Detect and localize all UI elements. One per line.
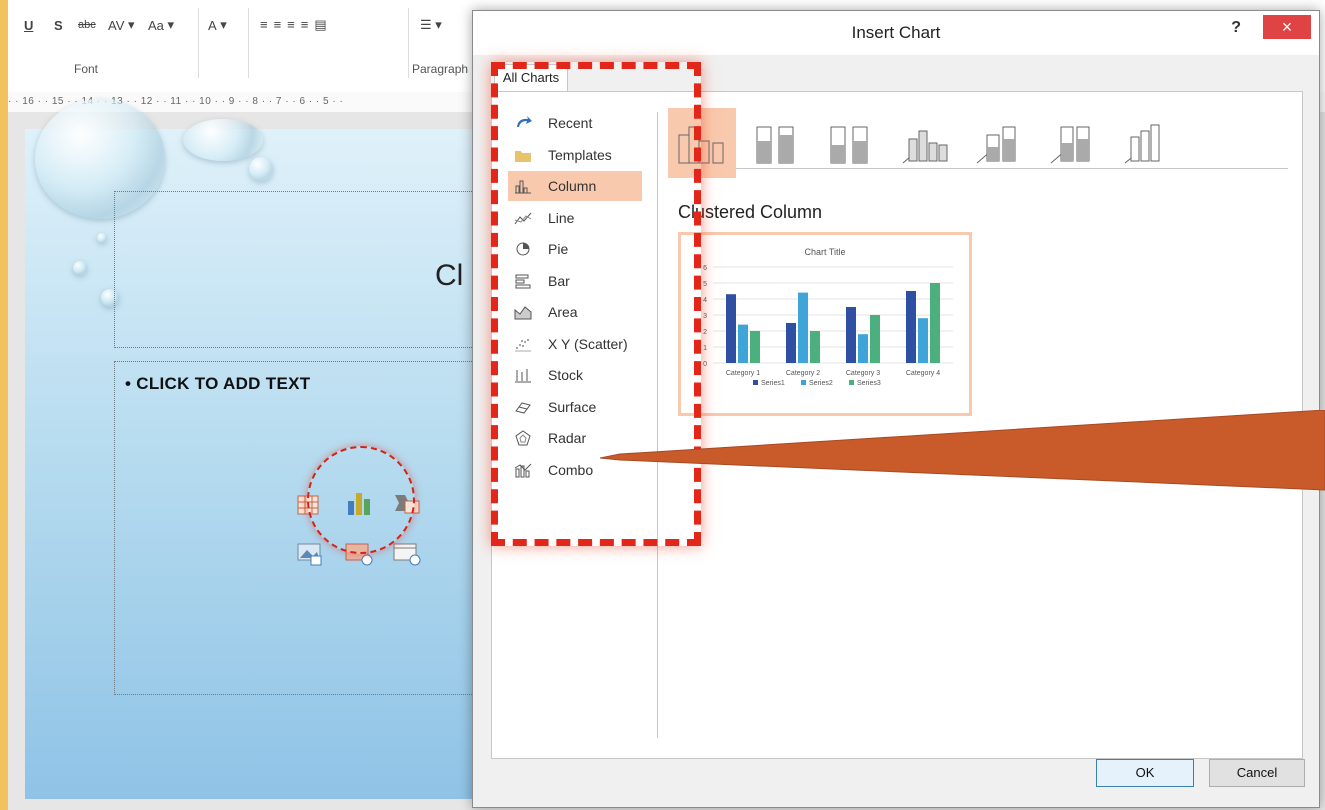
- character-spacing-button[interactable]: AV ▾: [108, 16, 135, 34]
- change-case-button[interactable]: Aa ▾: [148, 16, 174, 34]
- chart-subtype-row: [668, 108, 1288, 178]
- x-tick-label: Category 1: [726, 370, 760, 377]
- callout-arrow-annotation: [600, 410, 1325, 491]
- 3d-stacked-column-icon[interactable]: [964, 108, 1032, 178]
- water-drop-decoration: [183, 119, 263, 161]
- 100-stacked-column-icon[interactable]: [816, 108, 884, 178]
- bar-series1-category-3: [846, 307, 856, 363]
- ok-button[interactable]: OK: [1096, 759, 1194, 787]
- bar-series2-category-4: [918, 318, 928, 363]
- bar-series3-category-4: [930, 283, 940, 363]
- bar-series1-category-2: [786, 323, 796, 363]
- bar-series2-category-1: [738, 324, 748, 363]
- bar-series3-category-3: [870, 315, 880, 363]
- y-tick-label: 6: [703, 265, 707, 272]
- font-color-button[interactable]: A ▾: [208, 16, 227, 34]
- 3d-clustered-column-icon[interactable]: [890, 108, 958, 178]
- title-placeholder[interactable]: [114, 191, 476, 348]
- legend-swatch: [849, 380, 854, 385]
- slide[interactable]: Cl • CLICK TO ADD TEXT: [25, 99, 485, 799]
- ribbon-divider: [198, 8, 199, 78]
- legend-entry: Series1: [761, 380, 785, 387]
- x-tick-label: Category 2: [786, 370, 820, 377]
- help-button[interactable]: ?: [1231, 19, 1241, 37]
- columns-button[interactable]: ☰ ▾: [420, 16, 442, 34]
- legend-swatch: [801, 380, 806, 385]
- y-tick-label: 3: [703, 313, 707, 320]
- y-tick-label: 5: [703, 281, 707, 288]
- underline-button[interactable]: U: [24, 16, 33, 34]
- dialog-titlebar: Insert Chart ? ×: [473, 11, 1319, 55]
- y-tick-label: 1: [703, 345, 707, 352]
- y-tick-label: 2: [703, 329, 707, 336]
- content-placeholder-text: • CLICK TO ADD TEXT: [125, 374, 311, 393]
- cancel-button[interactable]: Cancel: [1209, 759, 1305, 787]
- legend-entry: Series3: [857, 380, 881, 387]
- legend-swatch: [753, 380, 758, 385]
- preview-chart: Chart Title 0 1 2 3 4 5 6 Category 1 Category 2 Ca…: [703, 247, 953, 387]
- close-button[interactable]: ×: [1263, 15, 1311, 39]
- font-group-label: Font: [74, 62, 99, 76]
- title-placeholder-text: Cl: [435, 259, 464, 292]
- legend-entry: Series2: [809, 380, 833, 387]
- water-drop-decoration: [97, 233, 107, 243]
- alignment-buttons[interactable]: ≡≡≡≡▤: [260, 16, 333, 34]
- water-drop-decoration: [73, 261, 87, 275]
- bar-series1-category-1: [726, 294, 736, 363]
- bar-series3-category-2: [810, 331, 820, 363]
- insert-video-icon[interactable]: [393, 542, 421, 566]
- content-placeholder[interactable]: [114, 361, 476, 695]
- chart-preview: Chart Title 0 1 2 3 4 5 6 Category 1 Category 2 Ca…: [678, 232, 972, 416]
- dialog-title: Insert Chart: [851, 23, 941, 42]
- y-tick-label: 0: [703, 361, 707, 368]
- y-tick-label: 4: [703, 297, 707, 304]
- bar-series3-category-1: [750, 331, 760, 363]
- water-drop-decoration: [249, 157, 273, 181]
- chart-title: Chart Title: [804, 247, 845, 257]
- bar-series1-category-4: [906, 291, 916, 363]
- 3d-100-stacked-column-icon[interactable]: [1038, 108, 1106, 178]
- bar-series2-category-3: [858, 334, 868, 363]
- paragraph-group-label: Paragraph: [412, 62, 469, 76]
- x-tick-label: Category 3: [846, 370, 880, 377]
- ribbon-divider: [408, 8, 409, 78]
- bar-series2-category-2: [798, 292, 808, 363]
- shadow-button[interactable]: S: [54, 16, 63, 34]
- 3d-column-icon[interactable]: [1112, 108, 1180, 178]
- strikethrough-button[interactable]: abc: [78, 16, 96, 34]
- insert-picture-icon[interactable]: [297, 542, 322, 566]
- stacked-column-icon[interactable]: [742, 108, 810, 178]
- ribbon-divider: [248, 8, 249, 78]
- x-tick-label: Category 4: [906, 370, 940, 377]
- highlight-circle-annotation: [307, 446, 415, 554]
